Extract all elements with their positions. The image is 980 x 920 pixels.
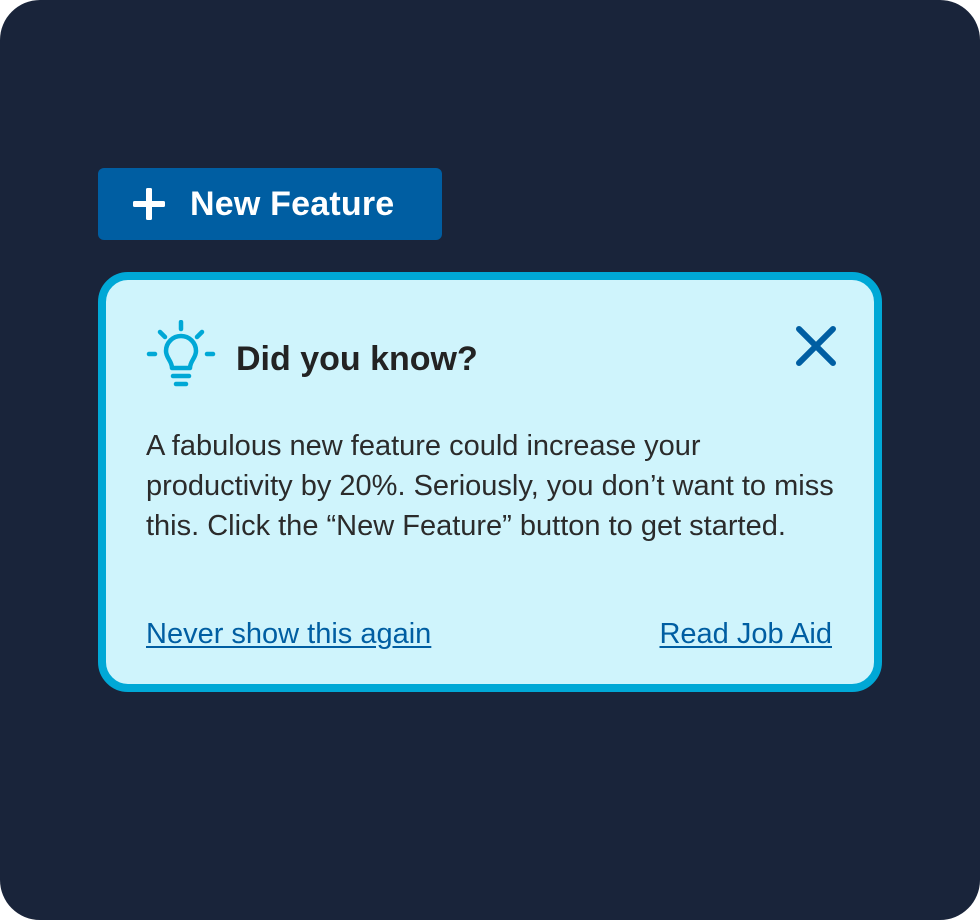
tip-title: Did you know?	[236, 340, 478, 378]
did-you-know-tip: Did you know? A fabulous new feature cou…	[98, 272, 882, 692]
close-icon	[792, 322, 840, 370]
new-feature-button-label: New Feature	[190, 184, 395, 223]
app-background: New Feature Did you know? A fabulous new…	[0, 0, 980, 920]
lightbulb-icon	[146, 319, 216, 392]
plus-icon	[132, 187, 166, 221]
read-job-aid-link[interactable]: Read Job Aid	[659, 614, 832, 654]
tip-message: A fabulous new feature could increase yo…	[146, 430, 834, 542]
new-feature-button[interactable]: New Feature	[98, 168, 442, 240]
never-show-again-link[interactable]: Never show this again	[146, 614, 431, 654]
close-button[interactable]	[792, 322, 840, 370]
